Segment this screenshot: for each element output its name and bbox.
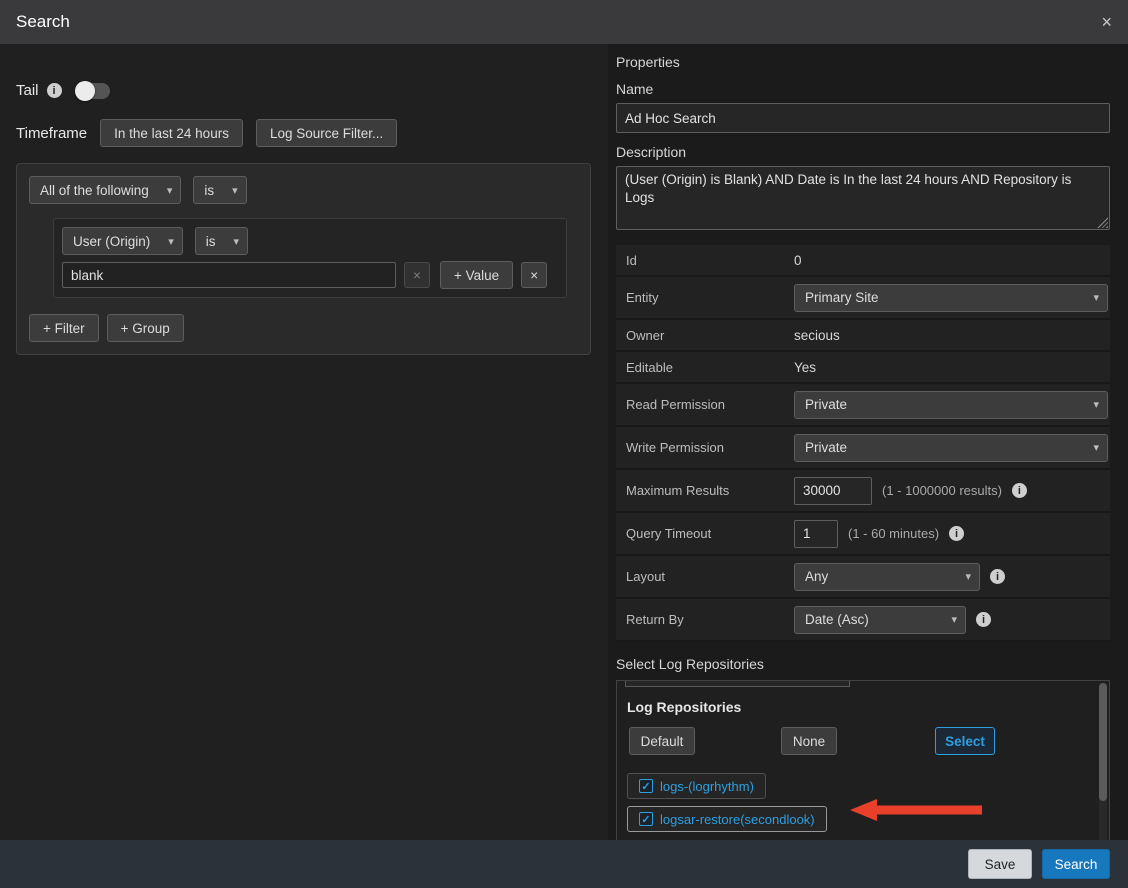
name-input[interactable] (616, 103, 1110, 133)
property-row-layout: Layout Any ▾ i (616, 556, 1110, 599)
read-permission-select[interactable]: Private ▾ (794, 391, 1108, 419)
dialog-body: Tail i Timeframe In the last 24 hours Lo… (0, 44, 1128, 840)
name-label: Name (616, 81, 1110, 97)
owner-value: secious (794, 328, 840, 343)
select-button[interactable]: Select (935, 727, 995, 755)
properties-table: Id 0 Entity Primary Site ▾ Owner secious (616, 245, 1110, 642)
chevron-down-icon: ▾ (1085, 291, 1099, 304)
repository-item-logsar-restore-secondlook[interactable]: ✓ logsar-restore(secondlook) (627, 806, 827, 832)
close-icon[interactable]: × (1101, 13, 1112, 31)
chevron-down-icon: ▾ (224, 184, 238, 197)
chevron-down-icon: ▾ (160, 235, 174, 248)
property-row-editable: Editable Yes (616, 352, 1110, 384)
chevron-down-icon: ▾ (943, 613, 957, 626)
search-dialog: Search × Tail i Timeframe In the last 24… (0, 0, 1128, 888)
none-button[interactable]: None (781, 727, 837, 755)
remove-value-button[interactable]: × (404, 262, 430, 288)
id-value: 0 (794, 253, 802, 268)
toggle-knob (75, 81, 95, 101)
add-group-button[interactable]: + Group (107, 314, 184, 342)
tail-toggle[interactable] (76, 83, 110, 99)
filter-field-value: User (Origin) (73, 234, 150, 249)
scrollbar-track[interactable] (1099, 683, 1107, 840)
return-by-select[interactable]: Date (Asc) ▾ (794, 606, 966, 634)
info-icon: i (990, 569, 1005, 584)
description-label: Description (616, 144, 1110, 160)
maximum-results-input[interactable] (794, 477, 872, 505)
layout-select[interactable]: Any ▾ (794, 563, 980, 591)
tail-row: Tail i (16, 82, 592, 99)
properties-panel: Properties Name Description (User (Origi… (608, 44, 1128, 840)
filter-comparison-select[interactable]: is ▾ (195, 227, 248, 255)
tail-label: Tail (16, 82, 39, 99)
properties-heading: Properties (616, 54, 1110, 70)
chevron-down-icon: ▾ (957, 570, 971, 583)
filter-field-select[interactable]: User (Origin) ▾ (62, 227, 183, 255)
annotation-arrow (850, 798, 982, 822)
log-source-filter-button[interactable]: Log Source Filter... (256, 119, 397, 147)
dialog-title: Search (16, 12, 70, 32)
property-row-query-timeout: Query Timeout (1 - 60 minutes) i (616, 513, 1110, 556)
info-icon: i (976, 612, 991, 627)
scrollbar-thumb[interactable] (1099, 683, 1107, 801)
dialog-footer: Save Search (0, 840, 1128, 888)
entity-select[interactable]: Primary Site ▾ (794, 284, 1108, 312)
default-button[interactable]: Default (629, 727, 695, 755)
filter-condition-box: User (Origin) ▾ is ▾ × + Value × (53, 218, 567, 298)
titlebar: Search × (0, 0, 1128, 44)
chevron-down-icon: ▾ (1085, 441, 1099, 454)
editable-value: Yes (794, 360, 816, 375)
timeframe-row: Timeframe In the last 24 hours Log Sourc… (16, 119, 592, 147)
chevron-down-icon: ▾ (226, 235, 240, 248)
add-filter-button[interactable]: + Filter (29, 314, 99, 342)
chevron-down-icon: ▾ (1085, 398, 1099, 411)
checkbox-checked-icon[interactable]: ✓ (639, 779, 653, 793)
property-row-read-permission: Read Permission Private ▾ (616, 384, 1110, 427)
property-row-entity: Entity Primary Site ▾ (616, 277, 1110, 320)
checkbox-checked-icon[interactable]: ✓ (639, 812, 653, 826)
search-button[interactable]: Search (1042, 849, 1110, 879)
filter-comparison-value: is (206, 234, 216, 249)
property-row-maximum-results: Maximum Results (1 - 1000000 results) i (616, 470, 1110, 513)
filter-group-box: All of the following ▾ is ▾ User (Origin… (16, 163, 591, 355)
partial-scrolled-input (625, 680, 850, 687)
timeframe-button[interactable]: In the last 24 hours (100, 119, 243, 147)
remove-filter-button[interactable]: × (521, 262, 547, 288)
repository-item-logs-logrhythm[interactable]: ✓ logs-(logrhythm) (627, 773, 766, 799)
property-row-owner: Owner secious (616, 320, 1110, 352)
chevron-down-icon: ▾ (159, 184, 173, 197)
property-row-id: Id 0 (616, 245, 1110, 277)
maximum-results-hint: (1 - 1000000 results) (882, 483, 1002, 498)
query-timeout-input[interactable] (794, 520, 838, 548)
info-icon: i (1012, 483, 1027, 498)
group-operator-select[interactable]: All of the following ▾ (29, 176, 181, 204)
query-timeout-hint: (1 - 60 minutes) (848, 526, 939, 541)
property-row-write-permission: Write Permission Private ▾ (616, 427, 1110, 470)
property-row-return-by: Return By Date (Asc) ▾ i (616, 599, 1110, 642)
info-icon: i (949, 526, 964, 541)
add-value-button[interactable]: + Value (440, 261, 513, 289)
info-icon: i (47, 83, 62, 98)
description-textarea[interactable]: (User (Origin) is Blank) AND Date is In … (616, 166, 1110, 230)
group-comparison-value: is (204, 183, 214, 198)
write-permission-select[interactable]: Private ▾ (794, 434, 1108, 462)
save-button[interactable]: Save (968, 849, 1032, 879)
log-repositories-title: Log Repositories (627, 699, 1089, 715)
search-criteria-panel: Tail i Timeframe In the last 24 hours Lo… (0, 44, 608, 840)
group-comparison-select[interactable]: is ▾ (193, 176, 246, 204)
filter-value-input[interactable] (62, 262, 396, 288)
group-operator-value: All of the following (40, 183, 149, 198)
timeframe-label: Timeframe (16, 125, 87, 142)
select-log-repositories-heading: Select Log Repositories (616, 656, 1110, 672)
